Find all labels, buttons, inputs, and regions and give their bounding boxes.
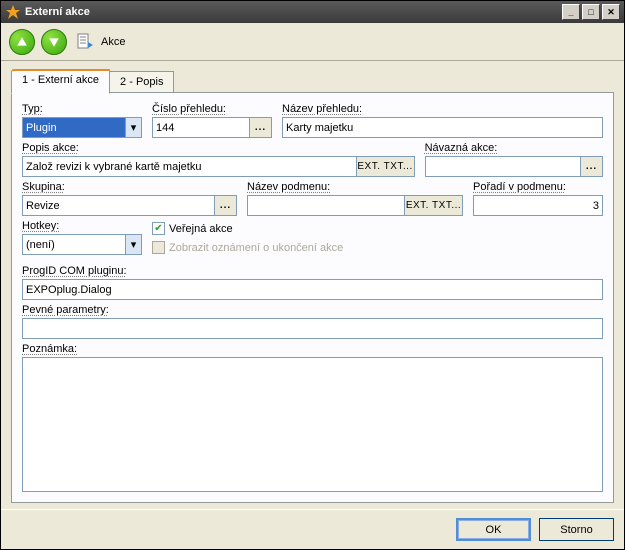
up-button[interactable] — [9, 29, 35, 55]
poznamka-label: Poznámka: — [22, 343, 603, 355]
popis-input[interactable]: Založ revizi k vybrané kartě majetku — [22, 156, 357, 177]
footer: OK Storno — [1, 509, 624, 549]
dialog-window: Externí akce _ □ ✕ Akce 1 - Externí akce… — [0, 0, 625, 550]
navazna-input[interactable] — [425, 156, 581, 177]
app-icon — [5, 4, 21, 20]
cancel-button[interactable]: Storno — [539, 518, 614, 541]
pevne-label: Pevné parametry: — [22, 304, 603, 316]
hotkey-value: (není) — [22, 234, 125, 255]
tabstrip: 1 - Externí akce 2 - Popis — [11, 69, 614, 93]
chevron-down-icon[interactable]: ▾ — [125, 234, 142, 255]
skupina-input[interactable]: Revize — [22, 195, 215, 216]
nazev-label: Název přehledu: — [282, 103, 603, 115]
close-button[interactable]: ✕ — [602, 4, 620, 20]
hotkey-select[interactable]: (není) ▾ — [22, 234, 142, 255]
cislo-input[interactable]: 144 — [152, 117, 250, 138]
skupina-browse-button[interactable]: ... — [215, 195, 237, 216]
tab-panel: Typ: Plugin ▾ Číslo přehledu: 144 ... Ná… — [11, 92, 614, 503]
content-area: 1 - Externí akce 2 - Popis Typ: Plugin ▾… — [1, 61, 624, 509]
nazevpod-ext-button[interactable]: EXT. TXT... — [405, 195, 463, 216]
nazevpod-label: Název podmenu: — [247, 181, 463, 193]
nazevpod-input[interactable] — [247, 195, 405, 216]
navazna-label: Návazná akce: — [425, 142, 603, 154]
maximize-button[interactable]: □ — [582, 4, 600, 20]
titlebar: Externí akce _ □ ✕ — [1, 1, 624, 23]
ok-button[interactable]: OK — [456, 518, 531, 541]
cislo-browse-button[interactable]: ... — [250, 117, 272, 138]
minimize-button[interactable]: _ — [562, 4, 580, 20]
window-controls: _ □ ✕ — [562, 4, 620, 20]
chevron-down-icon[interactable]: ▾ — [125, 117, 142, 138]
toolbar: Akce — [1, 23, 624, 61]
skupina-label: Skupina: — [22, 181, 237, 193]
poradi-input[interactable]: 3 — [473, 195, 603, 216]
tab-externi-akce[interactable]: 1 - Externí akce — [11, 69, 110, 94]
verejna-label: Veřejná akce — [169, 223, 233, 235]
hotkey-label: Hotkey: — [22, 220, 142, 232]
navazna-browse-button[interactable]: ... — [581, 156, 603, 177]
down-button[interactable] — [41, 29, 67, 55]
typ-select[interactable]: Plugin ▾ — [22, 117, 142, 138]
window-title: Externí akce — [25, 6, 562, 18]
progid-label: ProgID COM pluginu: — [22, 265, 603, 277]
tab-popis[interactable]: 2 - Popis — [110, 71, 174, 93]
checkmark-icon: ✔ — [152, 222, 165, 235]
poradi-label: Pořadí v podmenu: — [473, 181, 603, 193]
oznam-checkbox: Zobrazit oznámení o ukončení akce — [152, 241, 343, 254]
toolbar-label: Akce — [101, 36, 125, 48]
pevne-input[interactable] — [22, 318, 603, 339]
oznam-label: Zobrazit oznámení o ukončení akce — [169, 242, 343, 254]
popis-label: Popis akce: — [22, 142, 415, 154]
typ-value: Plugin — [22, 117, 125, 138]
checkbox-empty-icon — [152, 241, 165, 254]
document-icon[interactable] — [73, 31, 95, 53]
verejna-checkbox[interactable]: ✔ Veřejná akce — [152, 222, 343, 235]
popis-ext-button[interactable]: EXT. TXT... — [357, 156, 415, 177]
nazev-value: Karty majetku — [282, 117, 603, 138]
cislo-label: Číslo přehledu: — [152, 103, 272, 115]
progid-input[interactable]: EXPOplug.Dialog — [22, 279, 603, 300]
poznamka-textarea[interactable] — [22, 357, 603, 492]
typ-label: Typ: — [22, 103, 142, 115]
